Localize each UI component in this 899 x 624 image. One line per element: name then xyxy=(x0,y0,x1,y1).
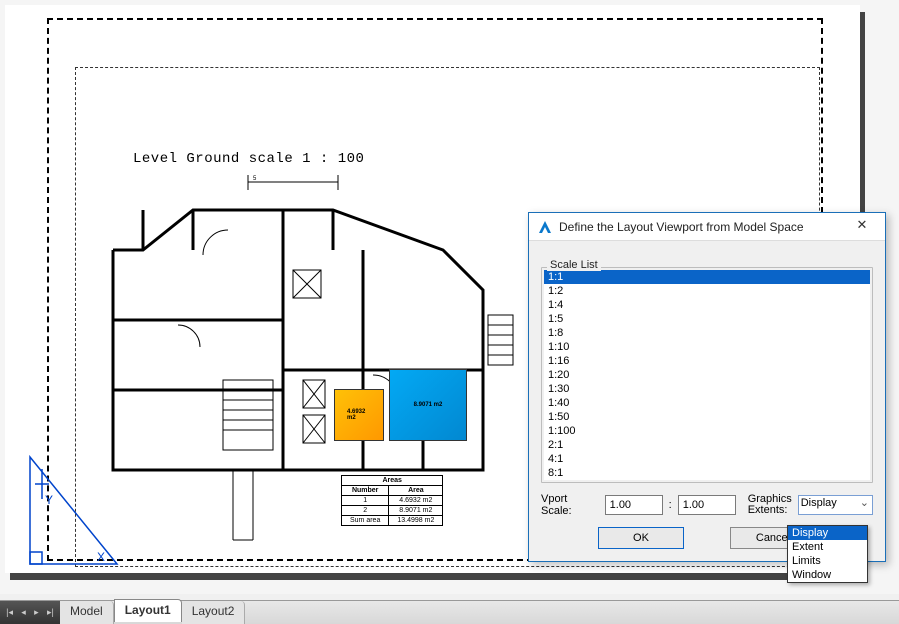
tab-nav-controls: |◂ ◂ ▸ ▸| xyxy=(0,601,60,624)
close-icon[interactable]: ✕ xyxy=(847,217,877,237)
graphics-extents-dropdown[interactable]: Display xyxy=(798,495,873,515)
layout-tab-bar: |◂ ◂ ▸ ▸| Model Layout1 Layout2 xyxy=(0,600,899,624)
dialog-titlebar[interactable]: Define the Layout Viewport from Model Sp… xyxy=(529,213,885,241)
extents-option[interactable]: Window xyxy=(788,568,867,582)
scale-item: 1:10 xyxy=(544,340,870,354)
dialog-title-text: Define the Layout Viewport from Model Sp… xyxy=(559,220,847,234)
scale-item: 1:100 xyxy=(544,424,870,438)
svg-text:Y: Y xyxy=(45,493,53,507)
scale-item: 1:5 xyxy=(544,312,870,326)
plan-title: Level Ground scale 1 : 100 xyxy=(133,151,364,167)
extents-option[interactable]: Limits xyxy=(788,554,867,568)
tab-last-icon[interactable]: ▸| xyxy=(47,607,54,618)
scale-item: 1:2 xyxy=(544,284,870,298)
scale-item: 1:50 xyxy=(544,410,870,424)
scale-list-label: Scale List xyxy=(547,259,601,271)
tab-layout1[interactable]: Layout1 xyxy=(114,599,182,622)
scale-item: 1:1 xyxy=(544,270,870,284)
scale-item: 1:4 xyxy=(544,298,870,312)
scale-item: 4:1 xyxy=(544,452,870,466)
scale-listbox[interactable]: 1:1 1:2 1:4 1:5 1:8 1:10 1:16 1:20 1:30 … xyxy=(544,270,870,480)
graphics-extents-label: GraphicsExtents: xyxy=(748,494,792,516)
tab-layout2[interactable]: Layout2 xyxy=(182,601,246,624)
ucs-triangle-icon: Y X xyxy=(27,449,122,569)
vport-scale-b-input[interactable] xyxy=(678,495,736,515)
graphics-extents-dropdown-list[interactable]: Display Extent Limits Window xyxy=(787,525,868,583)
tab-prev-icon[interactable]: ◂ xyxy=(21,607,26,618)
scale-item: 2:1 xyxy=(544,438,870,452)
ok-button[interactable]: OK xyxy=(598,527,684,549)
svg-text:5: 5 xyxy=(253,176,257,182)
room-highlight-orange: 4.6932 m2 xyxy=(334,389,384,441)
app-logo-icon xyxy=(537,219,553,235)
colon-separator: : xyxy=(669,499,672,511)
tab-model[interactable]: Model xyxy=(60,601,114,624)
define-viewport-dialog: Define the Layout Viewport from Model Sp… xyxy=(528,212,886,562)
room-highlight-blue: 8.9071 m2 xyxy=(389,369,467,441)
extents-option[interactable]: Extent xyxy=(788,540,867,554)
scale-item: 8:1 xyxy=(544,466,870,480)
scale-item: 1:8 xyxy=(544,326,870,340)
scale-item: 1:16 xyxy=(544,354,870,368)
scale-item: 1:40 xyxy=(544,396,870,410)
vport-scale-label: Vport Scale: xyxy=(541,493,599,517)
extents-option[interactable]: Display xyxy=(788,526,867,540)
tab-first-icon[interactable]: |◂ xyxy=(6,607,13,618)
svg-text:X: X xyxy=(97,550,105,564)
tab-next-icon[interactable]: ▸ xyxy=(34,607,39,618)
scale-item: 1:20 xyxy=(544,368,870,382)
area-table: Areas NumberArea 14.6932 m2 28.9071 m2 S… xyxy=(341,475,443,526)
scale-item: 1:30 xyxy=(544,382,870,396)
vport-scale-a-input[interactable] xyxy=(605,495,663,515)
